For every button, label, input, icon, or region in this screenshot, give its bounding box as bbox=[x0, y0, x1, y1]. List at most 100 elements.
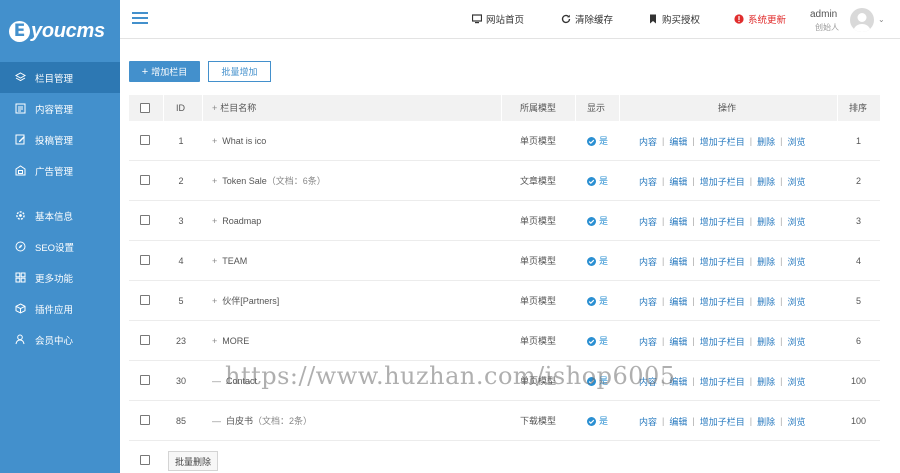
batch-delete-button[interactable]: 批量删除 bbox=[168, 451, 218, 471]
add-child-link[interactable]: 增加子栏目 bbox=[700, 295, 745, 308]
edit-link[interactable]: 编辑 bbox=[669, 415, 687, 428]
buy-license-link[interactable]: 购买授权 bbox=[648, 12, 700, 26]
expand-toggle-icon[interactable]: + bbox=[212, 336, 217, 346]
row-show-toggle[interactable]: 是 bbox=[587, 161, 608, 201]
action-separator: | bbox=[662, 256, 665, 266]
site-home-link[interactable]: 网站首页 bbox=[472, 12, 524, 26]
system-update-link[interactable]: 系统更新 bbox=[734, 12, 786, 26]
content-link[interactable]: 内容 bbox=[639, 375, 657, 388]
edit-link[interactable]: 编辑 bbox=[669, 175, 687, 188]
expand-toggle-icon[interactable]: + bbox=[212, 296, 217, 306]
delete-link[interactable]: 删除 bbox=[757, 215, 775, 228]
add-child-link[interactable]: 增加子栏目 bbox=[700, 335, 745, 348]
edit-link[interactable]: 编辑 bbox=[669, 255, 687, 268]
logo-mark: E bbox=[9, 20, 30, 42]
sidebar-item-layers[interactable]: 栏目管理 bbox=[0, 62, 120, 93]
row-sort[interactable]: 2 bbox=[837, 161, 880, 201]
edit-link[interactable]: 编辑 bbox=[669, 215, 687, 228]
delete-link[interactable]: 删除 bbox=[757, 335, 775, 348]
content-link[interactable]: 内容 bbox=[639, 135, 657, 148]
expand-toggle-icon[interactable]: — bbox=[212, 376, 221, 386]
row-sort[interactable]: 6 bbox=[837, 321, 880, 361]
sidebar-item-ad[interactable]: 广告管理 bbox=[0, 155, 120, 186]
row-show-toggle[interactable]: 是 bbox=[587, 401, 608, 441]
expand-toggle-icon[interactable]: — bbox=[212, 416, 221, 426]
sidebar-item-document[interactable]: 内容管理 bbox=[0, 93, 120, 124]
avatar[interactable] bbox=[850, 8, 874, 32]
logo[interactable]: E youcms bbox=[0, 0, 120, 62]
browse-link[interactable]: 浏览 bbox=[787, 175, 805, 188]
system-update-label: 系统更新 bbox=[748, 15, 787, 26]
delete-link[interactable]: 删除 bbox=[757, 135, 775, 148]
add-child-link[interactable]: 增加子栏目 bbox=[700, 135, 745, 148]
browse-link[interactable]: 浏览 bbox=[787, 335, 805, 348]
browse-link[interactable]: 浏览 bbox=[787, 375, 805, 388]
delete-link[interactable]: 删除 bbox=[757, 375, 775, 388]
expand-toggle-icon[interactable]: + bbox=[212, 136, 217, 146]
sidebar-item-grid[interactable]: 更多功能 bbox=[0, 262, 120, 293]
row-sort[interactable]: 3 bbox=[837, 201, 880, 241]
content-link[interactable]: 内容 bbox=[639, 415, 657, 428]
bottom-select-all-checkbox[interactable] bbox=[140, 455, 150, 465]
add-child-link[interactable]: 增加子栏目 bbox=[700, 215, 745, 228]
row-sort[interactable]: 100 bbox=[837, 401, 880, 441]
browse-link[interactable]: 浏览 bbox=[787, 135, 805, 148]
row-show-toggle[interactable]: 是 bbox=[587, 361, 608, 401]
add-child-link[interactable]: 增加子栏目 bbox=[700, 175, 745, 188]
plus-icon: + bbox=[141, 65, 149, 78]
row-sort[interactable]: 5 bbox=[837, 281, 880, 321]
row-show-toggle[interactable]: 是 bbox=[587, 201, 608, 241]
row-show-toggle[interactable]: 是 bbox=[587, 281, 608, 321]
action-separator: | bbox=[749, 256, 753, 266]
sidebar-item-cube[interactable]: 插件应用 bbox=[0, 293, 120, 324]
browse-link[interactable]: 浏览 bbox=[787, 295, 805, 308]
expand-all-icon[interactable]: + bbox=[212, 103, 217, 113]
content-link[interactable]: 内容 bbox=[639, 255, 657, 268]
select-all-checkbox[interactable] bbox=[140, 103, 150, 113]
sidebar: E youcms 栏目管理 内容管理 投稿管理 广告管理基本信息 SEO设置 更多功能 插件… bbox=[0, 0, 120, 473]
edit-link[interactable]: 编辑 bbox=[669, 135, 687, 148]
delete-link[interactable]: 删除 bbox=[757, 415, 775, 428]
browse-link[interactable]: 浏览 bbox=[787, 215, 805, 228]
action-separator: | bbox=[780, 176, 783, 186]
user-name[interactable]: admin bbox=[810, 9, 837, 20]
batch-add-button[interactable]: 批量增加 bbox=[208, 61, 271, 82]
clear-cache-link[interactable]: 清除缓存 bbox=[561, 12, 613, 26]
menu-toggle-icon[interactable] bbox=[132, 12, 148, 25]
row-show-toggle[interactable]: 是 bbox=[587, 241, 608, 281]
logo-text: youcms bbox=[31, 19, 105, 42]
delete-link[interactable]: 删除 bbox=[757, 255, 775, 268]
sidebar-item-edit[interactable]: 投稿管理 bbox=[0, 124, 120, 155]
sidebar-item-compass[interactable]: SEO设置 bbox=[0, 231, 120, 262]
add-column-button[interactable]: + 增加栏目 bbox=[129, 61, 200, 82]
delete-link[interactable]: 删除 bbox=[757, 295, 775, 308]
row-show-toggle[interactable]: 是 bbox=[587, 321, 608, 361]
browse-link[interactable]: 浏览 bbox=[787, 255, 805, 268]
edit-link[interactable]: 编辑 bbox=[669, 375, 687, 388]
action-separator: | bbox=[662, 296, 665, 306]
row-sort[interactable]: 1 bbox=[837, 121, 880, 161]
content-link[interactable]: 内容 bbox=[639, 295, 657, 308]
row-sort[interactable]: 4 bbox=[837, 241, 880, 281]
row-show-toggle[interactable]: 是 bbox=[587, 121, 608, 161]
content-link[interactable]: 内容 bbox=[639, 175, 657, 188]
content-link[interactable]: 内容 bbox=[639, 335, 657, 348]
add-child-link[interactable]: 增加子栏目 bbox=[700, 375, 745, 388]
add-child-link[interactable]: 增加子栏目 bbox=[700, 255, 745, 268]
add-child-link[interactable]: 增加子栏目 bbox=[700, 415, 745, 428]
sidebar-item-gear[interactable]: 基本信息 bbox=[0, 200, 120, 231]
browse-link[interactable]: 浏览 bbox=[787, 415, 805, 428]
edit-link[interactable]: 编辑 bbox=[669, 335, 687, 348]
expand-toggle-icon[interactable]: + bbox=[212, 256, 217, 266]
row-show-label: 是 bbox=[599, 416, 609, 426]
row-show-label: 是 bbox=[599, 176, 609, 186]
edit-link[interactable]: 编辑 bbox=[669, 295, 687, 308]
row-sort[interactable]: 100 bbox=[837, 361, 880, 401]
expand-toggle-icon[interactable]: + bbox=[212, 216, 217, 226]
expand-toggle-icon[interactable]: + bbox=[212, 176, 217, 186]
delete-link[interactable]: 删除 bbox=[757, 175, 775, 188]
content-link[interactable]: 内容 bbox=[639, 215, 657, 228]
chevron-down-icon[interactable]: ⌄ bbox=[878, 15, 885, 24]
bookmark-icon bbox=[648, 14, 658, 24]
sidebar-item-user[interactable]: 会员中心 bbox=[0, 324, 120, 355]
